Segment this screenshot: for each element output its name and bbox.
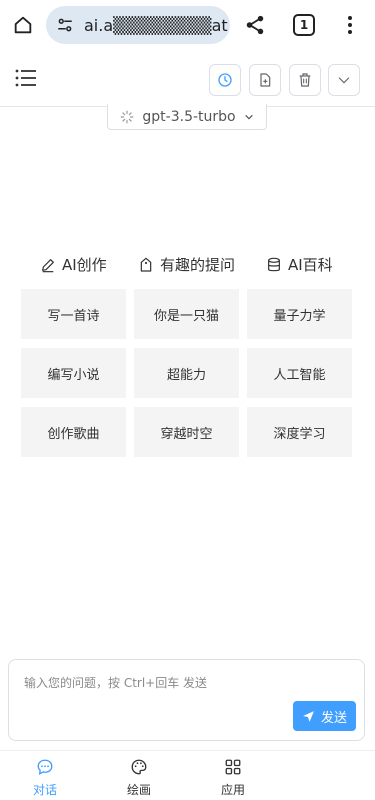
- prompt-card[interactable]: 创作歌曲: [21, 407, 126, 457]
- new-chat-button[interactable]: [249, 64, 281, 96]
- tab-count: 1: [299, 18, 309, 32]
- prompt-card[interactable]: 量子力学: [247, 289, 352, 339]
- model-selector[interactable]: gpt-3.5-turbo: [107, 104, 267, 130]
- new-chat-icon: [260, 73, 271, 87]
- chat-icon: [35, 757, 55, 777]
- history-icon: [218, 73, 232, 87]
- nav-item-chat[interactable]: 对话: [15, 757, 75, 798]
- category-label: 有趣的提问: [160, 256, 236, 274]
- pen-icon: [42, 258, 54, 272]
- url-bar[interactable]: ai.a▒▒▒▒▒▒▒▒at: [46, 6, 230, 44]
- site-settings-icon[interactable]: [56, 16, 74, 34]
- history-button[interactable]: [209, 64, 241, 96]
- prompt-card[interactable]: 超能力: [134, 348, 239, 398]
- palette-icon: [129, 757, 149, 777]
- browser-toolbar: ai.a▒▒▒▒▒▒▒▒at 1: [0, 0, 375, 50]
- collapse-button[interactable]: [328, 64, 360, 96]
- home-icon[interactable]: [10, 12, 36, 38]
- category-ai-wiki[interactable]: AI百科: [266, 254, 333, 275]
- nav-item-draw[interactable]: 绘画: [109, 757, 169, 798]
- nav-label: 对话: [32, 783, 57, 797]
- prompt-card[interactable]: 写一首诗: [21, 289, 126, 339]
- delete-icon: [299, 73, 311, 87]
- send-icon: [303, 710, 314, 722]
- apps-icon: [223, 757, 243, 777]
- category-label: AI创作: [62, 256, 107, 274]
- model-name: gpt-3.5-turbo: [142, 108, 236, 125]
- category-ai-creation[interactable]: AI创作: [40, 254, 107, 275]
- send-button[interactable]: 发送: [293, 701, 356, 731]
- more-options-icon[interactable]: [340, 12, 360, 38]
- share-icon[interactable]: [243, 12, 267, 38]
- prompt-card[interactable]: 人工智能: [247, 348, 352, 398]
- app-header: [0, 52, 375, 107]
- input-placeholder: 输入您的问题，按 Ctrl+回车 发送: [24, 676, 208, 690]
- chevron-down-icon: [338, 77, 350, 84]
- url-text: ai.a▒▒▒▒▒▒▒▒at: [84, 15, 228, 35]
- prompt-suggestions: 写一首诗 你是一只猫 量子力学 编写小说 超能力 人工智能 创作歌曲 穿越时空 …: [21, 289, 353, 457]
- chevron-down-icon: [244, 114, 253, 120]
- category-fun-questions[interactable]: 有趣的提问: [138, 254, 235, 275]
- prompt-card[interactable]: 深度学习: [247, 407, 352, 457]
- tag-icon: [140, 257, 152, 272]
- database-icon: [268, 257, 280, 271]
- prompt-card[interactable]: 编写小说: [21, 348, 126, 398]
- nav-item-apps[interactable]: 应用: [203, 757, 263, 798]
- category-label: AI百科: [288, 256, 333, 274]
- delete-button[interactable]: [289, 64, 321, 96]
- bottom-navigation: 对话 绘画 应用: [0, 750, 375, 800]
- prompt-card[interactable]: 你是一只猫: [134, 289, 239, 339]
- prompt-card[interactable]: 穿越时空: [134, 407, 239, 457]
- loading-icon: [120, 110, 134, 123]
- menu-icon[interactable]: [14, 66, 38, 90]
- tab-switcher-button[interactable]: 1: [293, 14, 315, 36]
- message-input[interactable]: 输入您的问题，按 Ctrl+回车 发送 发送: [8, 659, 365, 741]
- send-label: 发送: [320, 710, 347, 726]
- nav-label: 绘画: [126, 783, 151, 797]
- nav-label: 应用: [220, 783, 245, 797]
